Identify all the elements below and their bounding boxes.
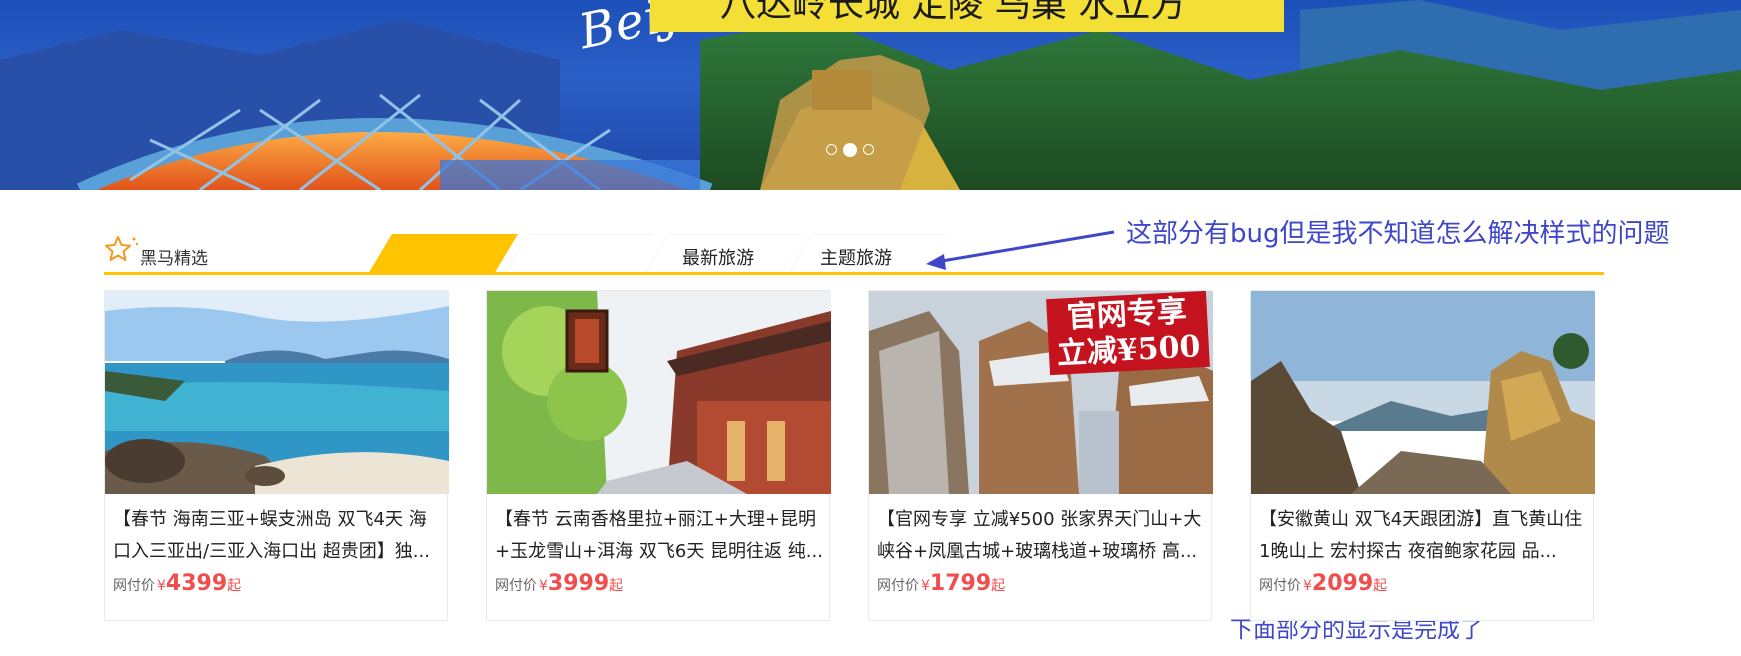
card-title[interactable]: 【春节 海南三亚+蜈支洲岛 双飞4天 海口入三亚出/三亚入海口出 超贵团】独..…	[113, 504, 443, 568]
annotation-top: 这部分有bug但是我不知道怎么解决样式的问题	[1126, 219, 1670, 249]
card-price: 网付价 ¥4399起	[113, 571, 242, 596]
tour-card[interactable]: 官网专享 立减¥500 【官网专享 立减¥500 张家界天门山+大峡谷+凤凰古城…	[868, 290, 1213, 621]
card-title[interactable]: 【春节 云南香格里拉+丽江+大理+昆明+玉龙雪山+洱海 双飞6天 昆明往返 纯.…	[495, 504, 825, 568]
card-price: 网付价 ¥3999起	[495, 571, 624, 596]
tour-card[interactable]: 【春节 云南香格里拉+丽江+大理+昆明+玉龙雪山+洱海 双飞6天 昆明往返 纯.…	[486, 290, 831, 621]
card-title[interactable]: 【安徽黄山 双飞4天跟团游】直飞黄山住1晚山上 宏村探古 夜宿鲍家花园 品...	[1259, 504, 1589, 568]
promo-badge: 官网专享 立减¥500	[1045, 291, 1209, 376]
tour-card[interactable]: 【安徽黄山 双飞4天跟团游】直飞黄山住1晚山上 宏村探古 夜宿鲍家花园 品...…	[1250, 290, 1595, 621]
card-price: 网付价 ¥2099起	[1259, 571, 1388, 596]
card-price: 网付价 ¥1799起	[877, 571, 1006, 596]
card-image-zhangjiajie[interactable]: 官网专享 立减¥500	[869, 291, 1213, 494]
card-title[interactable]: 【官网专享 立减¥500 张家界天门山+大峡谷+凤凰古城+玻璃栈道+玻璃桥 高.…	[877, 504, 1207, 568]
card-image-oldtown[interactable]	[487, 291, 831, 494]
card-image-beach[interactable]	[105, 291, 449, 494]
tour-card[interactable]: 【春节 海南三亚+蜈支洲岛 双飞4天 海口入三亚出/三亚入海口出 超贵团】独..…	[104, 290, 449, 621]
card-image-huangshan[interactable]	[1251, 291, 1595, 494]
